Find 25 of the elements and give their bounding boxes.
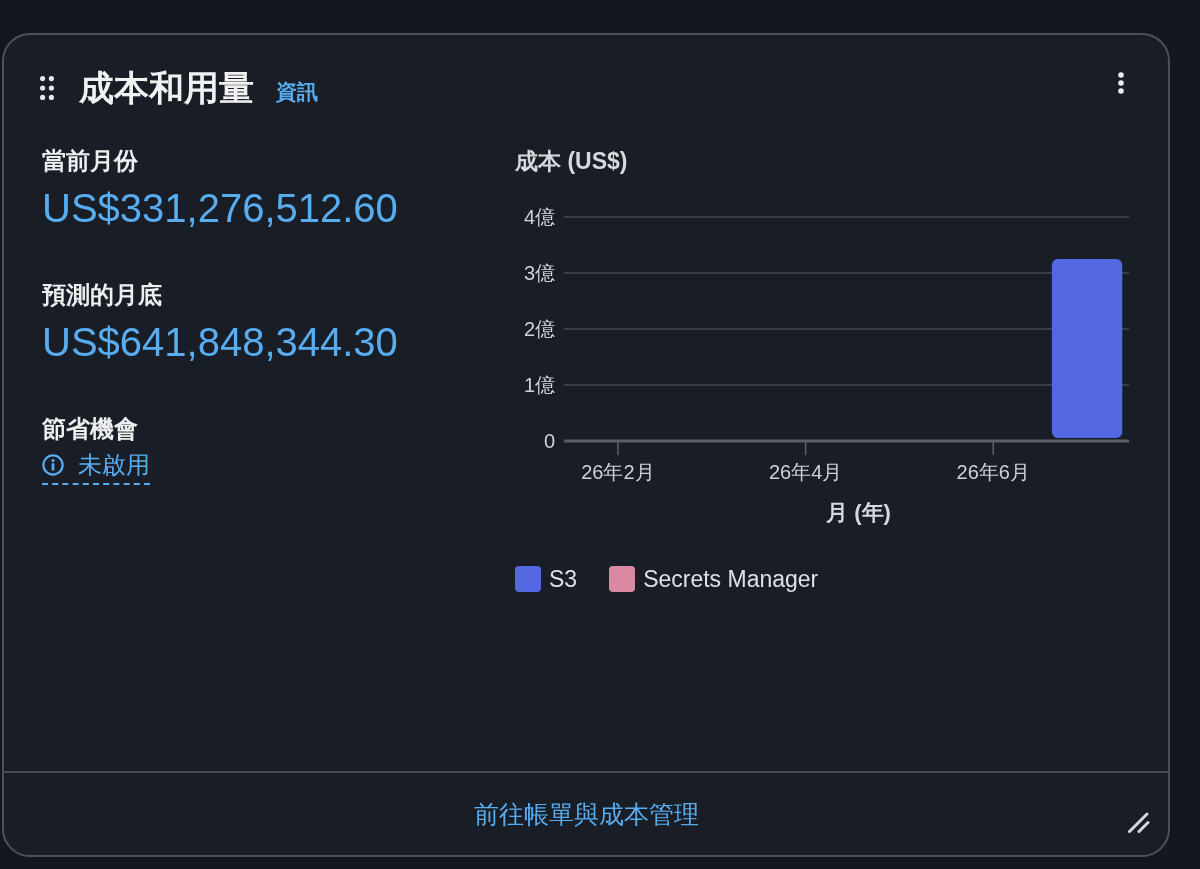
resize-handle-icon[interactable]	[1128, 811, 1150, 833]
more-options-icon[interactable]	[1118, 72, 1124, 94]
widget-title: 成本和用量	[79, 68, 254, 108]
status-popover-button[interactable]: 未啟用	[42, 450, 150, 485]
legend-label: S3	[549, 565, 578, 593]
metric-value: US$331,276,512.60	[42, 185, 398, 232]
y-axis-tick-label: 0	[543, 430, 555, 452]
info-link[interactable]: 資訊	[276, 78, 318, 106]
metric-label: 當前月份	[42, 146, 138, 176]
y-axis-tick-label: 3億	[523, 262, 555, 284]
billing-link[interactable]: 前往帳單與成本管理	[473, 798, 699, 830]
info-icon	[42, 454, 64, 476]
drag-handle-icon[interactable]	[40, 76, 54, 100]
x-axis-tick-label: 26年6月	[956, 461, 1030, 483]
chart-y-axis-title: 成本 (US$)	[515, 147, 628, 176]
y-axis-tick-label: 2億	[523, 318, 555, 340]
y-axis-tick-label: 1億	[523, 374, 555, 396]
metric-label: 預測的月底	[42, 280, 162, 310]
legend-label: Secrets Manager	[643, 565, 819, 593]
y-axis-tick-label: 4億	[523, 206, 555, 228]
metric-value: US$641,848,344.30	[42, 319, 398, 366]
metric-label: 節省機會	[42, 414, 138, 444]
x-axis-tick-label: 26年2月	[581, 461, 655, 483]
x-axis-title: 月 (年)	[826, 499, 891, 525]
x-axis-tick-label: 26年4月	[768, 461, 843, 483]
